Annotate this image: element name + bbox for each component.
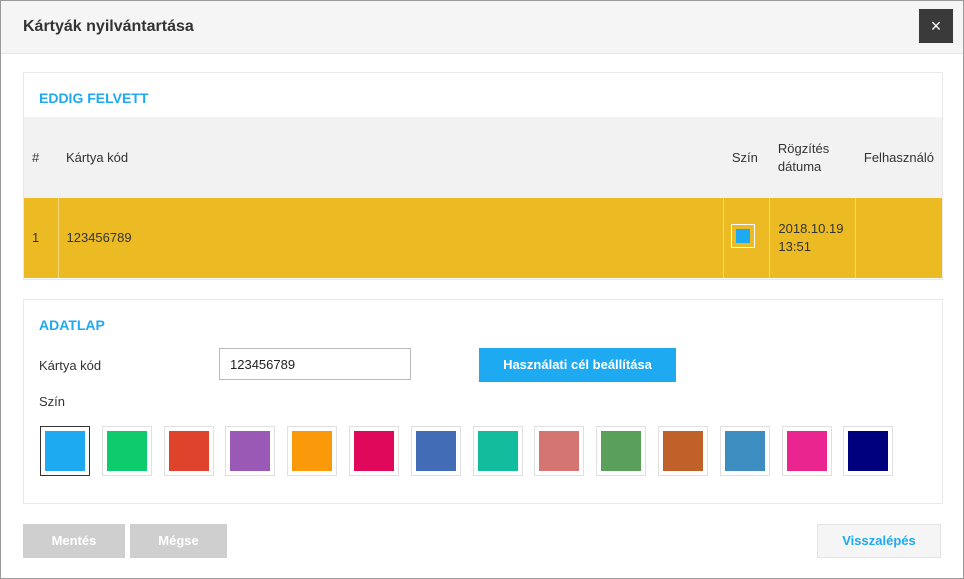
color-swatch-fill <box>292 431 333 471</box>
color-swatch[interactable] <box>225 426 276 476</box>
row-user <box>855 198 942 278</box>
datasheet-section-title: ADATLAP <box>39 317 105 333</box>
color-swatch-fill <box>786 431 827 471</box>
color-swatch[interactable] <box>163 426 214 476</box>
recorded-section-title: EDDIG FELVETT <box>39 90 149 106</box>
table-row[interactable]: 1 123456789 2018.10.19 13:51 <box>24 198 942 278</box>
close-button[interactable]: × <box>919 9 953 43</box>
color-swatch-fill <box>168 431 209 471</box>
color-swatch-fill <box>354 431 394 471</box>
color-swatch-fill <box>848 431 889 471</box>
color-swatch[interactable] <box>843 426 894 476</box>
card-code-label: Kártya kód <box>39 358 102 373</box>
color-swatch[interactable] <box>534 426 585 476</box>
col-user: Felhasználó <box>863 149 934 165</box>
row-time: 13:51 <box>778 239 811 254</box>
color-swatch-fill <box>663 431 703 471</box>
color-swatch-fill <box>230 431 271 471</box>
col-recorded-date: Rögzítés dátuma <box>770 117 856 198</box>
color-swatch-fill <box>477 431 518 471</box>
color-swatch[interactable] <box>596 426 647 476</box>
color-swatch-fill <box>106 431 147 471</box>
col-recorded-date-line2: dátuma <box>777 158 822 174</box>
col-card-code: Kártya kód <box>66 149 129 165</box>
color-label: Szín <box>39 394 66 409</box>
row-color-swatch <box>731 223 756 248</box>
close-icon: × <box>930 16 942 36</box>
set-purpose-button[interactable]: Használati cél beállítása <box>479 348 676 382</box>
color-swatch[interactable] <box>472 426 523 476</box>
back-button[interactable]: Visszalépés <box>817 524 941 558</box>
card-code-input[interactable] <box>219 348 411 380</box>
color-swatch[interactable] <box>349 426 399 476</box>
color-swatch[interactable] <box>781 426 832 476</box>
row-color <box>723 198 770 278</box>
dialog-header: Kártyák nyilvántartása × <box>1 1 963 54</box>
col-recorded-date-line1: Rögzítés <box>777 140 830 156</box>
color-swatch-fill <box>415 431 456 471</box>
col-index: # <box>32 149 40 165</box>
color-swatch[interactable] <box>658 426 708 476</box>
row-recorded-date: 2018.10.19 13:51 <box>769 198 856 278</box>
recorded-cards-panel: EDDIG FELVETT # Kártya kód Szín Rögzítés… <box>23 72 943 280</box>
color-swatch[interactable] <box>719 426 770 476</box>
color-swatch-fill <box>601 431 642 471</box>
row-date: 2018.10.19 <box>778 221 844 236</box>
save-button[interactable]: Mentés <box>23 524 125 558</box>
cards-table: # Kártya kód Szín Rögzítés dátuma Felhas… <box>24 117 942 278</box>
color-swatch-fill <box>539 431 580 471</box>
color-swatch[interactable] <box>40 426 90 476</box>
color-swatch-fill <box>724 431 765 471</box>
datasheet-panel: ADATLAP Kártya kód Használati cél beállí… <box>23 299 943 504</box>
color-swatch[interactable] <box>410 426 461 476</box>
color-swatch-fill <box>45 431 85 471</box>
dialog-title: Kártyák nyilvántartása <box>23 18 194 35</box>
row-index: 1 <box>32 230 40 245</box>
cancel-button[interactable]: Mégse <box>130 524 227 558</box>
table-header-row: # Kártya kód Szín Rögzítés dátuma Felhas… <box>24 117 942 198</box>
color-swatch[interactable] <box>287 426 338 476</box>
color-swatch[interactable] <box>101 426 152 476</box>
row-card-code: 123456789 <box>57 198 724 278</box>
card-registry-dialog: Kártyák nyilvántartása × EDDIG FELVETT #… <box>0 0 964 579</box>
col-color: Szín <box>731 149 758 165</box>
